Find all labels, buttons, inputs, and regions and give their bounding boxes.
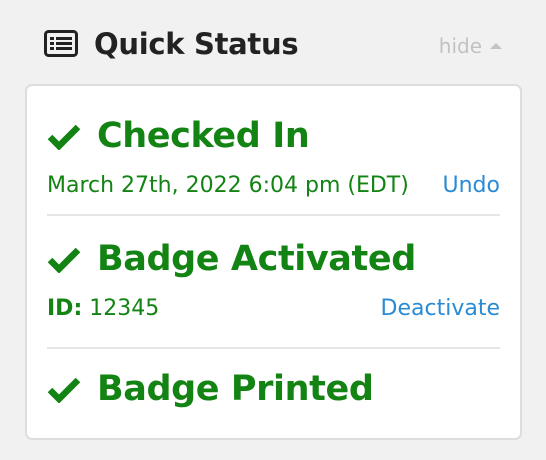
check-icon: [47, 124, 81, 150]
status-badge-printed: Badge Printed: [47, 367, 500, 411]
badge-id-value: 12345: [89, 295, 160, 321]
deactivate-link[interactable]: Deactivate: [381, 296, 500, 321]
divider: [47, 214, 500, 216]
hide-label[interactable]: hide: [439, 34, 482, 58]
panel-header: Quick Status hide: [44, 22, 504, 68]
status-header: Badge Activated: [47, 237, 500, 281]
status-detail: March 27th, 2022 6:04 pm (EDT) Undo: [47, 170, 500, 200]
hide-toggle[interactable]: hide: [439, 34, 502, 58]
status-header: Badge Printed: [47, 367, 500, 411]
status-detail: ID: 12345 Deactivate: [47, 293, 500, 323]
badge-id: ID: 12345: [47, 296, 159, 321]
status-title: Badge Printed: [97, 369, 374, 409]
badge-id-label: ID:: [47, 295, 83, 321]
status-title: Badge Activated: [97, 239, 416, 279]
check-icon: [47, 247, 81, 273]
status-title: Checked In: [97, 116, 310, 156]
caret-up-icon[interactable]: [490, 43, 502, 49]
check-icon: [47, 377, 81, 403]
status-checked-in: Checked In March 27th, 2022 6:04 pm (EDT…: [47, 114, 500, 200]
checkin-timestamp: March 27th, 2022 6:04 pm (EDT): [47, 172, 409, 198]
divider: [47, 347, 500, 349]
status-card: Checked In March 27th, 2022 6:04 pm (EDT…: [25, 84, 522, 440]
undo-link[interactable]: Undo: [443, 173, 500, 198]
status-header: Checked In: [47, 114, 500, 158]
list-icon: [44, 30, 78, 57]
status-badge-activated: Badge Activated ID: 12345 Deactivate: [47, 237, 500, 323]
panel-title: Quick Status: [94, 27, 299, 61]
